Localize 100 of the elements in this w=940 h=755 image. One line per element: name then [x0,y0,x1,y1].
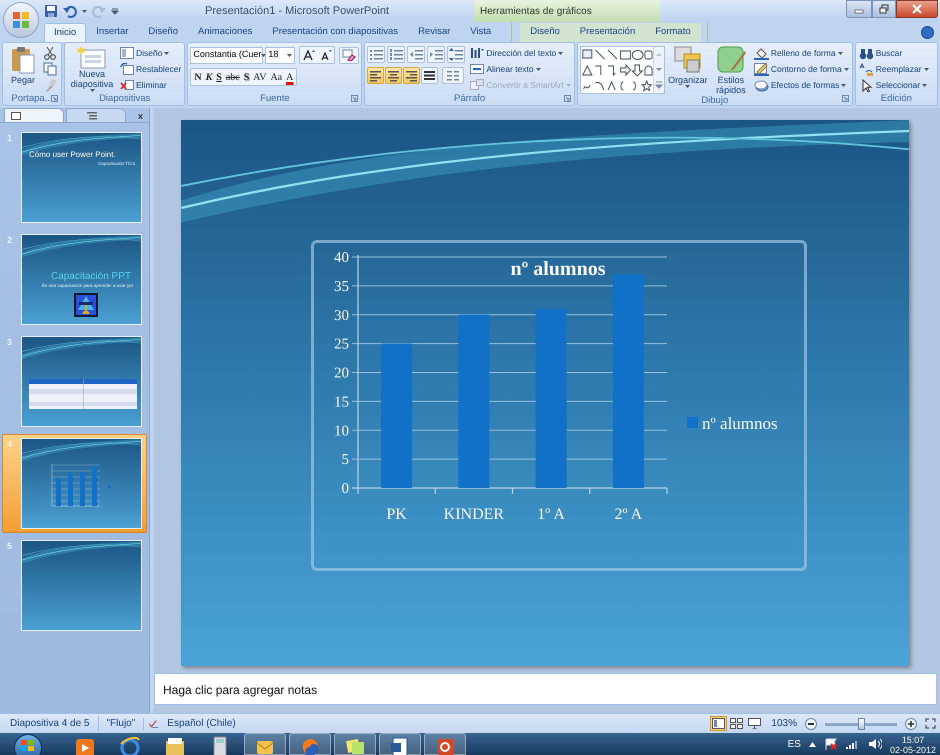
align-text-icon [470,63,484,75]
ribbon-tab[interactable]: Vista [460,23,502,42]
close-button[interactable] [896,0,938,18]
ribbon-tab[interactable]: Presentación con diapositivas [262,23,408,42]
format-button[interactable]: abc [224,69,242,85]
delete-icon [120,79,134,91]
start-button[interactable] [14,734,42,755]
outline-tab[interactable] [66,108,126,122]
zoom-in-button[interactable] [905,718,917,730]
shapes-gallery[interactable] [580,46,665,94]
slide-number: 1 [7,132,14,145]
ribbon-command[interactable]: Relleno de forma [752,45,850,61]
numbering-icon [389,48,404,61]
ribbon-command[interactable]: Contorno de forma [752,61,850,77]
caret-icon [164,52,170,54]
ribbon-command[interactable]: Efectos de formas [752,77,850,93]
align-center-icon [387,70,400,82]
ribbon-tab[interactable]: Diseño [138,23,188,42]
paste-button[interactable]: Pegar [5,45,41,92]
reset-icon [120,63,134,75]
fill-icon [754,46,769,60]
input-language[interactable]: ES [788,736,801,752]
slide-preview[interactable] [21,336,142,427]
ribbon-tab[interactable]: Formato [645,23,701,42]
close-pane-button[interactable]: x [138,110,143,122]
effects-icon [754,78,769,92]
slides-tab[interactable] [4,108,64,122]
format-button[interactable]: N [192,69,204,85]
minimize-button[interactable] [846,0,872,18]
ribbon-tab[interactable]: Diseño [520,23,570,42]
slide-info: Diapositiva 4 de 5 [10,717,90,731]
arrange-button[interactable]: Organizar [666,45,709,95]
ribbon-tab[interactable]: Revisar [408,23,460,42]
ribbon-tab[interactable]: Animaciones [188,23,262,42]
axis-tick-label: 40 [334,250,349,266]
slide-preview[interactable] [21,540,142,631]
font-size-field[interactable]: 18 [265,46,296,64]
align-button[interactable] [367,67,384,84]
format-button[interactable]: K [204,69,214,85]
chart-frame[interactable]: 0 5 10 15 20 25 30 35 40 PK KINDER 1º A 2º A nº alumnos nº alumnos [311,240,807,571]
gallery-scrollbar[interactable] [652,47,664,93]
theme-name: "Flujo" [98,716,136,731]
format-button[interactable]: Aa [268,69,284,85]
view-icon [712,718,726,729]
slider-thumb[interactable] [858,718,866,730]
axis-tick-label: 0 [342,481,349,497]
format-button[interactable]: A [284,69,296,85]
align-button[interactable] [421,67,438,84]
sorter-view-button[interactable] [728,716,746,731]
format-button[interactable]: AV [251,69,268,85]
new-slide-button[interactable]: Nueva diapositiva [67,45,117,93]
align-button[interactable] [403,67,420,84]
restore-icon [879,4,889,14]
ribbon-tab[interactable]: Inicio [44,23,86,42]
ribbon-command[interactable]: Dirección del texto [469,45,572,61]
normal-view-button[interactable] [710,716,728,731]
clock-time[interactable]: 15:07 [902,734,924,744]
paragraph-button[interactable] [447,46,466,63]
help-button[interactable] [921,26,934,39]
paragraph-button[interactable] [387,46,406,63]
zoom-out-button[interactable] [805,718,817,730]
ribbon-command[interactable]: Restablecer [119,61,182,77]
group-label: Párrafo [454,93,486,105]
font-name-field[interactable]: Constantia (Cuer [190,46,264,64]
notes-field[interactable]: Haga clic para agregar notas [154,673,937,705]
slideshow-view-button[interactable] [746,716,764,731]
caret-icon [841,84,846,86]
taskbar-button[interactable] [424,733,466,755]
ribbon-tab[interactable]: Presentación [570,23,646,42]
ribbon-tab[interactable]: Insertar [86,23,138,42]
ribbon-command[interactable]: Seleccionar [858,77,930,93]
align-button[interactable] [385,67,402,84]
ribbon-command[interactable]: Diseño [119,45,182,61]
quick-styles-button[interactable]: Estilos rápidos [710,45,751,95]
taskbar-button[interactable] [334,733,376,755]
zoom-slider[interactable] [825,718,897,730]
taskbar-button[interactable] [379,733,421,755]
axis-tick-label: 10 [334,423,349,440]
ribbon-command[interactable]: Alinear texto [469,61,572,77]
category-label: 2º A [614,506,642,523]
slide-preview[interactable] [21,438,142,529]
axis-tick-label: 25 [334,336,349,353]
paragraph-button[interactable] [367,46,386,63]
caret-icon [90,89,94,92]
eraser-icon [342,49,356,61]
caret-icon [558,52,564,54]
format-button[interactable]: S [242,69,252,85]
ribbon-command[interactable]: Buscar [858,45,930,61]
align-left-icon [369,70,382,82]
ribbon-command[interactable]: Reemplazar [858,61,930,77]
restore-button[interactable] [872,0,896,18]
group-label: Edición [880,93,912,105]
caret-icon [844,68,849,70]
ribbon-command[interactable]: Eliminar [119,77,182,93]
clear-format-button[interactable] [339,46,360,64]
group-label: Portapa... [11,92,53,104]
caret-icon [261,54,266,56]
clock-date[interactable]: 02-05-2012 [890,744,936,754]
format-button[interactable]: S [214,69,224,85]
axis-tick-label: 30 [334,308,349,324]
